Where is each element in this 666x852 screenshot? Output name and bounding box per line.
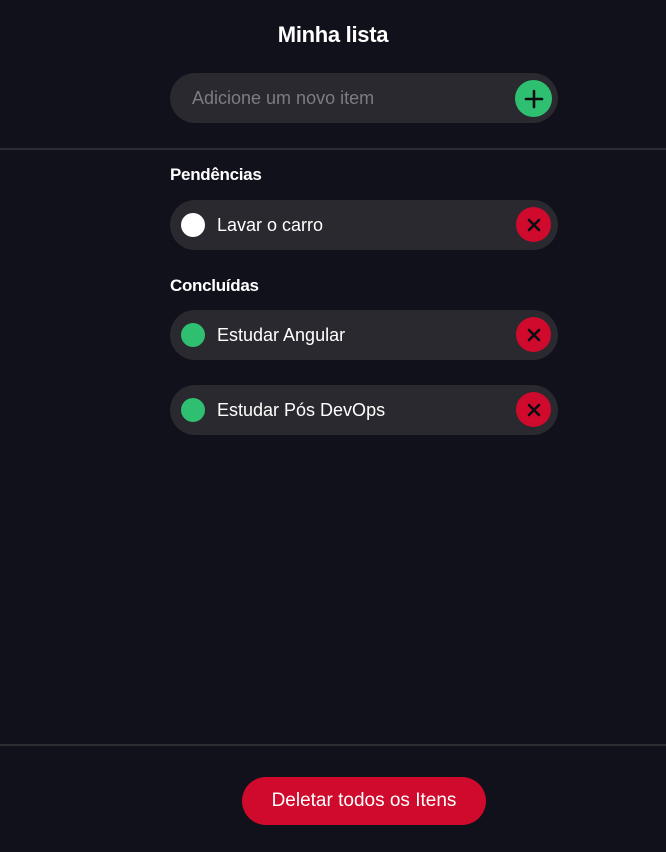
list-item: Lavar o carro (170, 200, 558, 250)
add-item-button[interactable] (515, 80, 552, 117)
delete-item-button[interactable] (516, 392, 551, 427)
page-title: Minha lista (277, 22, 389, 47)
completed-section-title: Concluídas (170, 276, 259, 295)
list-item: Estudar Angular (170, 310, 558, 360)
footer-divider (0, 744, 666, 746)
plus-icon (524, 89, 543, 108)
item-label: Estudar Pós DevOps (217, 400, 386, 420)
new-item-input[interactable] (170, 73, 510, 123)
item-label: Estudar Angular (217, 325, 346, 345)
todo-app: Minha lista Pendências Lavar o carro Con… (0, 0, 666, 852)
item-checkbox[interactable] (181, 323, 205, 347)
add-item-bar (170, 73, 558, 123)
delete-item-button[interactable] (516, 317, 551, 352)
list-item: Estudar Pós DevOps (170, 385, 558, 435)
item-label: Lavar o carro (217, 215, 324, 235)
item-checkbox[interactable] (181, 213, 205, 237)
header-divider (0, 148, 666, 150)
pending-section-title: Pendências (170, 165, 262, 184)
item-checkbox[interactable] (181, 398, 205, 422)
delete-item-button[interactable] (516, 207, 551, 242)
delete-all-button[interactable]: Deletar todos os Itens (242, 777, 486, 825)
close-icon (527, 218, 540, 231)
close-icon (527, 403, 540, 416)
close-icon (527, 328, 540, 341)
